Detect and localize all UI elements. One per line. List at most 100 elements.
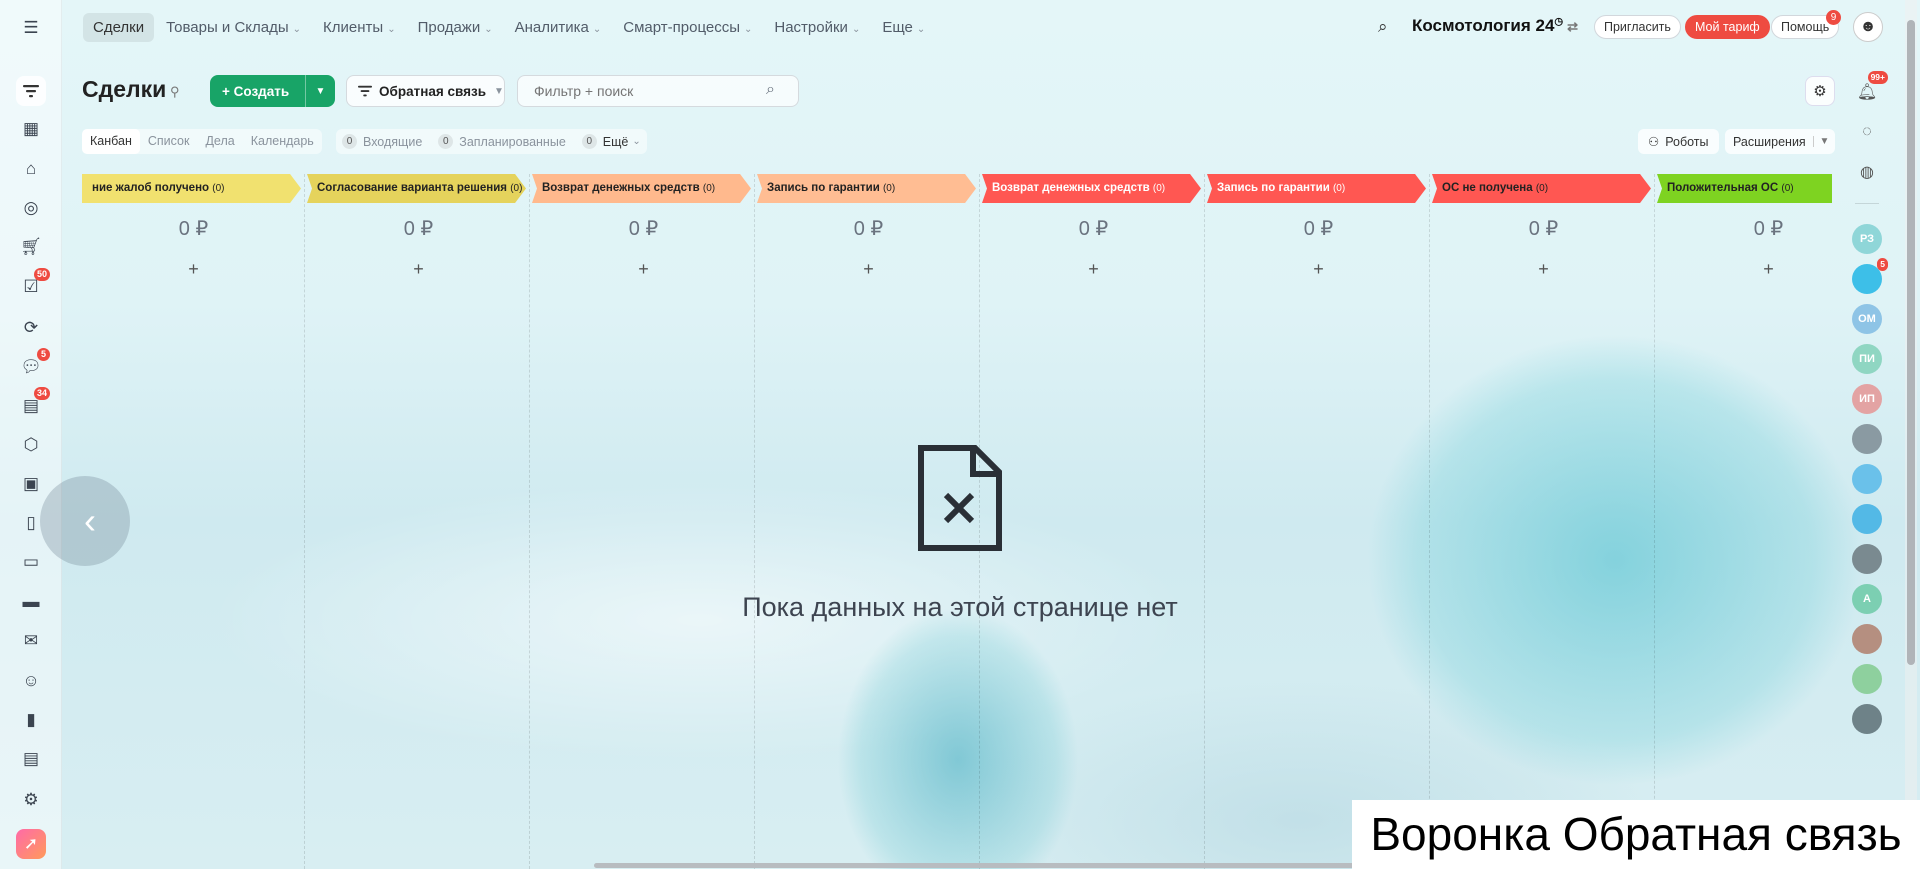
nav-item-3[interactable]: Продажи ⌄ [408, 13, 503, 42]
counter-1[interactable]: 0 Запланированные [438, 134, 566, 149]
view-switcher: Канбан Список Дела Календарь [82, 129, 322, 154]
automation-icon[interactable]: ⟳ [16, 313, 46, 343]
chat-avatar[interactable] [1852, 704, 1882, 734]
nav-item-2[interactable]: Клиенты ⌄ [313, 13, 406, 42]
scroll-left-button[interactable]: ‹ [40, 476, 130, 566]
stage-header[interactable]: ние жалоб получено (0) [82, 174, 301, 203]
invite-button[interactable]: Пригласить [1594, 15, 1681, 39]
chat-avatar[interactable]: ПИ [1852, 344, 1882, 374]
hexagon-icon[interactable]: ⬡ [16, 430, 46, 460]
chat-avatar[interactable] [1852, 664, 1882, 694]
chat-avatar[interactable]: ИП [1852, 384, 1882, 414]
stage-name: Запись по гарантии [1217, 182, 1330, 194]
chat-avatar[interactable] [1852, 504, 1882, 534]
bell-icon[interactable]: 🔔︎ 99+ [1852, 71, 1888, 107]
settings-icon[interactable]: ⚙ [16, 785, 46, 815]
kanban-column: Возврат денежных средств (0) 0 ₽ + [532, 174, 755, 869]
kanban-column: Запись по гарантии (0) 0 ₽ + [1207, 174, 1430, 869]
user-avatar[interactable]: ☻ [1853, 12, 1883, 42]
chat-avatar[interactable] [1852, 464, 1882, 494]
chat-icon[interactable]: 💬︎ 5 [16, 348, 50, 382]
add-deal-icon[interactable]: + [1432, 259, 1655, 280]
tasks-badge: 50 [33, 268, 50, 281]
stage-header[interactable]: Возврат денежных средств (0) [532, 174, 751, 203]
chat-avatar[interactable]: 5 [1852, 258, 1888, 294]
view-tab-0[interactable]: Канбан [82, 129, 140, 154]
warehouse-icon[interactable]: ⌂ [16, 154, 46, 184]
stage-name: Возврат денежных средств [542, 182, 700, 194]
copilot-icon[interactable]: ◌ [1852, 117, 1882, 147]
filter-search-input[interactable] [517, 75, 799, 107]
search-icon[interactable]: ⌕ [766, 81, 775, 99]
add-deal-icon[interactable]: + [1657, 259, 1832, 280]
counter-number: 0 [581, 134, 597, 149]
chevron-down-icon[interactable]: ▼ [1813, 136, 1835, 147]
cart-icon[interactable]: 🛒︎ [16, 232, 46, 262]
counter-0[interactable]: 0 Входящие [342, 134, 422, 149]
nav-item-1[interactable]: Товары и Склады ⌄ [156, 13, 311, 42]
view-tab-3[interactable]: Календарь [243, 129, 322, 154]
nav-item-6[interactable]: Настройки ⌄ [764, 13, 870, 42]
chat-avatar[interactable] [1852, 424, 1882, 454]
chat-avatar[interactable]: А [1852, 584, 1882, 614]
stage-count: (0) [882, 183, 896, 194]
funnel-icon [358, 85, 372, 97]
target-icon[interactable]: ◎ [16, 193, 46, 223]
robots-button[interactable]: ⚇ Роботы [1638, 129, 1719, 154]
nav-item-0[interactable]: Сделки [83, 12, 155, 42]
view-tab-2[interactable]: Дела [197, 129, 242, 154]
chat-avatar[interactable] [1852, 624, 1882, 654]
feed-icon[interactable]: ▤ 34 [16, 387, 50, 421]
analytics-icon[interactable]: ▮ [16, 705, 46, 735]
rocket-icon[interactable]: ➚ [16, 829, 46, 859]
drive-icon[interactable]: ▬ [16, 587, 46, 617]
crm-funnel-icon[interactable] [16, 76, 46, 106]
view-tab-1[interactable]: Список [140, 129, 198, 154]
tariff-button[interactable]: Мой тариф [1685, 15, 1770, 39]
stage-header[interactable]: Согласование варианта решения (0) [307, 174, 526, 203]
feed-badge: 34 [33, 387, 50, 400]
counter-2[interactable]: 0 Ещё ⌄ [581, 134, 641, 149]
stage-name: Согласование варианта решения [317, 182, 507, 194]
add-deal-icon[interactable]: + [307, 259, 530, 280]
chat-avatar[interactable]: ОМ [1852, 304, 1882, 334]
stage-header[interactable]: Запись по гарантии (0) [757, 174, 976, 203]
nav-item-5[interactable]: Смарт-процессы ⌄ [613, 13, 762, 42]
calendar-list-icon[interactable]: ▦ [16, 114, 46, 144]
support-chat-icon[interactable]: ◍ [1852, 157, 1882, 187]
scrollbar-thumb[interactable] [1907, 20, 1915, 665]
avatar-initials: ИП [1859, 393, 1875, 405]
presentation-icon[interactable]: ▭ [16, 547, 46, 577]
nav-item-4[interactable]: Аналитика ⌄ [505, 13, 612, 42]
add-deal-icon[interactable]: + [82, 259, 305, 280]
chevron-down-icon: ⌄ [851, 23, 861, 35]
tasks-icon[interactable]: ☑ 50 [16, 268, 50, 302]
chat-avatar[interactable]: РЗ [1852, 224, 1882, 254]
calendar-icon[interactable]: ▣ [16, 469, 46, 499]
add-deal-icon[interactable]: + [757, 259, 980, 280]
stage-header[interactable]: ОС не получена (0) [1432, 174, 1651, 203]
menu-icon[interactable]: ☰ [16, 13, 46, 43]
create-dropdown-icon[interactable]: ▼ [305, 75, 335, 107]
create-button[interactable]: + Создать ▼ [210, 75, 335, 107]
add-deal-icon[interactable]: + [532, 259, 755, 280]
vertical-scrollbar[interactable] [1905, 0, 1917, 869]
extensions-button[interactable]: Расширения ▼ [1725, 129, 1835, 154]
contacts-icon[interactable]: ☺ [16, 666, 46, 696]
add-deal-icon[interactable]: + [982, 259, 1205, 280]
stage-header[interactable]: Запись по гарантии (0) [1207, 174, 1426, 203]
tune-icon[interactable]: ⇄ [1567, 19, 1578, 34]
mail-icon[interactable]: ✉ [16, 626, 46, 656]
pin-icon[interactable]: ⚲ [170, 84, 180, 100]
funnel-selector[interactable]: Обратная связь ▼ [346, 75, 505, 107]
chevron-down-icon: ⌄ [592, 23, 602, 35]
stage-header[interactable]: Положительная ОС (0) [1657, 174, 1832, 203]
id-card-icon[interactable]: ▤ [16, 744, 46, 774]
nav-item-label: Аналитика [514, 18, 589, 36]
stage-header[interactable]: Возврат денежных средств (0) [982, 174, 1201, 203]
add-deal-icon[interactable]: + [1207, 259, 1430, 280]
search-icon[interactable]: ⌕ [1378, 17, 1388, 37]
nav-item-7[interactable]: Еще ⌄ [872, 13, 935, 42]
chat-avatar[interactable] [1852, 544, 1882, 574]
board-settings-icon[interactable]: ⚙ [1805, 76, 1835, 106]
